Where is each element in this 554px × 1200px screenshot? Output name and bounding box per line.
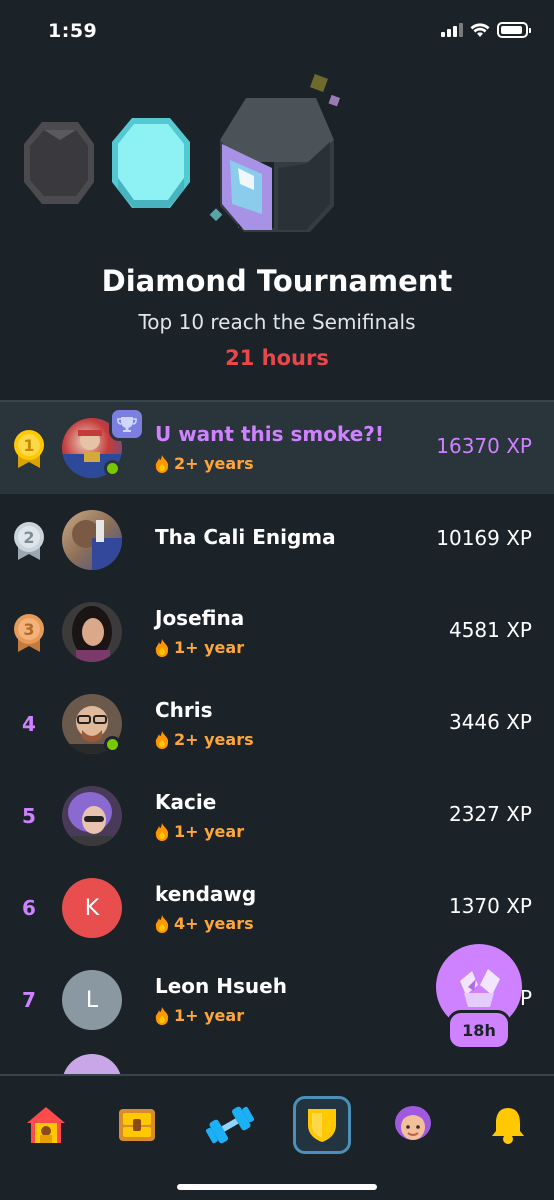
user-name: U want this smoke?!: [155, 422, 384, 446]
dumbbell-icon: [206, 1106, 254, 1144]
xp-value: 2327 XP: [448, 802, 532, 826]
nav-chest[interactable]: [108, 1096, 166, 1154]
svg-text:1: 1: [23, 436, 34, 455]
streak-info: 2+ years: [155, 454, 254, 473]
league-badges: [24, 74, 341, 232]
xp-value: 16370 XP: [436, 434, 532, 458]
nav-practice[interactable]: [201, 1096, 259, 1154]
online-indicator: [104, 736, 121, 753]
user-name: Leon Hsueh: [155, 974, 287, 998]
rank-number: 5: [22, 804, 36, 828]
avatar-photo: [72, 606, 112, 662]
rank-number: 7: [22, 988, 36, 1012]
streak-info: 1+ year: [155, 638, 244, 657]
tournament-title: Diamond Tournament: [101, 264, 453, 298]
avatar[interactable]: L: [62, 970, 122, 1030]
user-name: Josefina: [155, 606, 245, 630]
fire-icon: [155, 1006, 169, 1025]
bell-icon: [492, 1108, 524, 1144]
avatar-photo: [72, 520, 122, 570]
avatar[interactable]: [62, 510, 122, 570]
wifi-icon: [470, 23, 490, 37]
fire-icon: [155, 730, 169, 749]
avatar-photo: [68, 792, 112, 846]
fire-icon: [155, 822, 169, 841]
streak-info: 1+ year: [155, 1006, 244, 1025]
leaderboard-row[interactable]: 5 Kacie 1+ year 2327 XP: [0, 770, 554, 862]
chest-icon: [460, 969, 500, 1007]
silver-medal-icon: 2: [14, 522, 44, 560]
xp-value: 10169 XP: [436, 526, 532, 550]
nav-notifications[interactable]: [479, 1096, 537, 1154]
obsidian-league-icon: [24, 122, 94, 204]
leaderboard-row[interactable]: 6 K kendawg 4+ years 1370 XP: [0, 862, 554, 954]
fire-icon: [155, 914, 169, 933]
status-icons: [441, 22, 531, 38]
streak-label: 4+ years: [174, 914, 254, 933]
home-indicator: [177, 1184, 377, 1190]
user-name: Tha Cali Enigma: [155, 525, 336, 549]
trophy-icon: [109, 407, 145, 441]
nav-leaderboard[interactable]: [293, 1096, 351, 1154]
streak-label: 1+ year: [174, 1006, 245, 1025]
online-indicator: [104, 460, 121, 477]
home-icon: [27, 1107, 65, 1143]
avatar[interactable]: K: [62, 878, 122, 938]
streak-info: 1+ year: [155, 822, 244, 841]
streak-info: 4+ years: [155, 914, 254, 933]
user-name: Kacie: [155, 790, 217, 814]
status-time: 1:59: [48, 20, 98, 42]
fire-icon: [155, 454, 169, 473]
bottom-nav: [0, 1074, 554, 1200]
leaderboard-row[interactable]: 3 Josefina 1+ year 4581 XP: [0, 586, 554, 678]
profile-icon: [395, 1106, 431, 1140]
streak-label: 2+ years: [174, 454, 254, 473]
leaderboard-row[interactable]: 2 Tha Cali Enigma 10169 XP: [0, 494, 554, 586]
user-name: Chris: [155, 698, 213, 722]
gold-medal-icon: 1: [14, 430, 44, 468]
user-name: kendawg: [155, 882, 257, 906]
streak-label: 1+ year: [174, 822, 245, 841]
league-header: Diamond Tournament Top 10 reach the Semi…: [0, 64, 554, 400]
xp-value: 4581 XP: [448, 618, 532, 642]
chest-icon: [119, 1109, 155, 1141]
fire-icon: [155, 638, 169, 657]
svg-text:3: 3: [23, 620, 34, 639]
xp-value: 1370 XP: [448, 894, 532, 918]
tournament-cube-icon: [209, 74, 341, 232]
chest-timer-badge: 18h: [447, 1010, 511, 1050]
avatar[interactable]: [62, 786, 122, 846]
xp-value: 3446 XP: [448, 710, 532, 734]
svg-text:2: 2: [23, 528, 34, 547]
status-bar: 1:59: [0, 0, 554, 64]
leaderboard-row[interactable]: 4 Chris 2+ years 3446 XP: [0, 678, 554, 770]
tournament-subtitle: Top 10 reach the Semifinals: [138, 310, 416, 334]
nav-profile[interactable]: [384, 1096, 442, 1154]
nav-home[interactable]: [17, 1096, 75, 1154]
diamond-league-icon: [112, 118, 190, 208]
streak-info: 2+ years: [155, 730, 254, 749]
streak-label: 2+ years: [174, 730, 254, 749]
tournament-time-left: 21 hours: [225, 346, 329, 370]
battery-icon: [497, 22, 531, 38]
cellular-signal-icon: [441, 23, 463, 37]
leaderboard-row[interactable]: 1 U want this smoke?! 2+ years 16370 XP: [0, 402, 554, 494]
streak-label: 1+ year: [174, 638, 245, 657]
bronze-medal-icon: 3: [14, 614, 44, 652]
avatar[interactable]: [62, 602, 122, 662]
shield-icon: [308, 1109, 336, 1142]
rank-number: 6: [22, 896, 36, 920]
rank-number: 4: [22, 712, 36, 736]
